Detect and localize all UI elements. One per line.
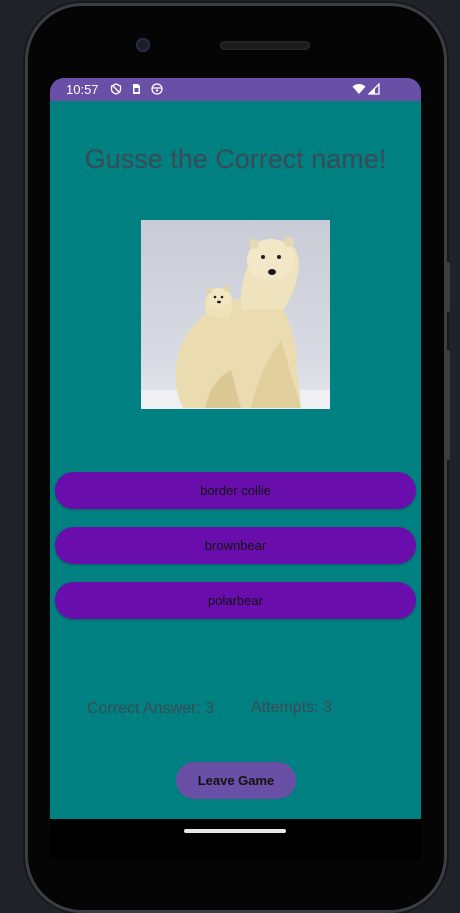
animal-image [141, 220, 330, 409]
volume-button [446, 350, 450, 460]
shield-icon [110, 83, 122, 95]
status-time: 10:57 [66, 82, 99, 97]
page-title: Gusse the Correct name! [84, 144, 387, 174]
navigation-bar [50, 819, 421, 859]
wifi-icon [352, 84, 366, 94]
correct-answer-count: Correct Answer: 3 [87, 700, 215, 717]
home-gesture-handle[interactable] [184, 829, 286, 833]
polar-bear-illustration [141, 237, 330, 409]
option-button-1[interactable]: border collie [55, 472, 416, 509]
power-button [446, 262, 450, 312]
option-button-2[interactable]: brownbear [55, 527, 416, 564]
earpiece-speaker [220, 41, 310, 50]
option-button-3[interactable]: polarbear [55, 582, 416, 619]
signal-icon [368, 83, 380, 95]
leave-game-button[interactable]: Leave Game [176, 762, 296, 799]
status-bar: 10:57 [50, 78, 421, 101]
sim-card-icon [133, 84, 140, 94]
front-camera [136, 38, 150, 52]
attempts-count: Attempts: 3 [251, 699, 332, 716]
app-screen: 10:57 Gusse the Correct name! border col… [50, 78, 421, 819]
notification-face-icon [151, 83, 163, 95]
